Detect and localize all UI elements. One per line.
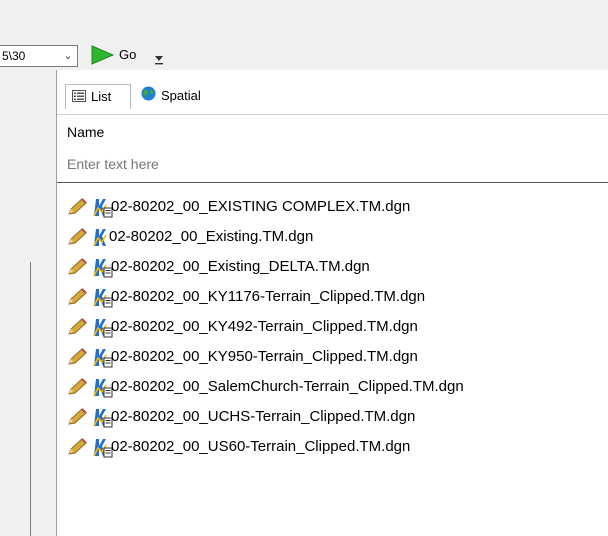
file-name: 02-80202_00_KY1176-Terrain_Clipped.TM.dg… — [111, 288, 426, 305]
path-value: 5\30 — [2, 49, 26, 63]
file-name: 02-80202_00_EXISTING COMPLEX.TM.dgn — [111, 198, 411, 215]
go-button[interactable]: Go — [86, 43, 148, 67]
file-list-item[interactable]: 02-80202_00_KY950-Terrain_Clipped.TM.dgn — [57, 342, 608, 372]
window-top-area — [0, 0, 608, 36]
file-list-item[interactable]: 02-80202_00_Existing_DELTA.TM.dgn — [57, 252, 608, 282]
column-header-name[interactable]: Name — [67, 124, 104, 140]
file-list-item[interactable]: 02-80202_00_UCHS-Terrain_Clipped.TM.dgn — [57, 402, 608, 432]
chevron-down-icon[interactable]: ⌄ — [61, 46, 75, 66]
file-list-item[interactable]: 02-80202_00_KY492-Terrain_Clipped.TM.dgn — [57, 312, 608, 342]
toolbar-overflow-icon[interactable] — [152, 46, 166, 68]
file-list-item[interactable]: 02-80202_00_Existing.TM.dgn — [57, 222, 608, 252]
tab-spatial-label: Spatial — [161, 88, 201, 103]
globe-icon — [141, 85, 156, 109]
tab-spatial[interactable]: Spatial — [135, 84, 231, 108]
play-arrow-icon — [91, 45, 115, 65]
file-name: 02-80202_00_KY950-Terrain_Clipped.TM.dgn — [111, 348, 418, 365]
file-list-item[interactable]: 02-80202_00_US60-Terrain_Clipped.TM.dgn — [57, 432, 608, 462]
terrain-model-icon — [93, 436, 113, 468]
file-name: 02-80202_00_Existing_DELTA.TM.dgn — [111, 258, 370, 275]
view-tabs: List Spatial — [57, 70, 608, 116]
path-combobox[interactable]: 5\30 ⌄ — [0, 45, 78, 67]
file-name: 02-80202_00_Existing.TM.dgn — [109, 228, 314, 245]
name-filter-input[interactable]: Enter text here — [67, 156, 159, 172]
toolbar: 5\30 ⌄ Go — [0, 36, 608, 70]
tab-list-label: List — [91, 89, 112, 104]
list-icon — [72, 86, 86, 110]
divider — [30, 262, 31, 536]
file-name: 02-80202_00_KY492-Terrain_Clipped.TM.dgn — [111, 318, 418, 335]
file-name: 02-80202_00_US60-Terrain_Clipped.TM.dgn — [111, 438, 411, 455]
tab-list[interactable]: List — [65, 84, 131, 109]
file-list-item[interactable]: 02-80202_00_KY1176-Terrain_Clipped.TM.dg… — [57, 282, 608, 312]
file-name: 02-80202_00_SalemChurch-Terrain_Clipped.… — [111, 378, 464, 395]
file-list: 02-80202_00_EXISTING COMPLEX.TM.dgn 02-8… — [57, 192, 608, 462]
pencil-icon — [67, 438, 89, 466]
go-label: Go — [119, 47, 137, 62]
file-list-item[interactable]: 02-80202_00_EXISTING COMPLEX.TM.dgn — [57, 192, 608, 222]
file-browser-panel: List Spatial Name Enter text here 02-802… — [56, 70, 608, 536]
header-separator — [57, 182, 608, 183]
file-list-item[interactable]: 02-80202_00_SalemChurch-Terrain_Clipped.… — [57, 372, 608, 402]
file-name: 02-80202_00_UCHS-Terrain_Clipped.TM.dgn — [111, 408, 416, 425]
